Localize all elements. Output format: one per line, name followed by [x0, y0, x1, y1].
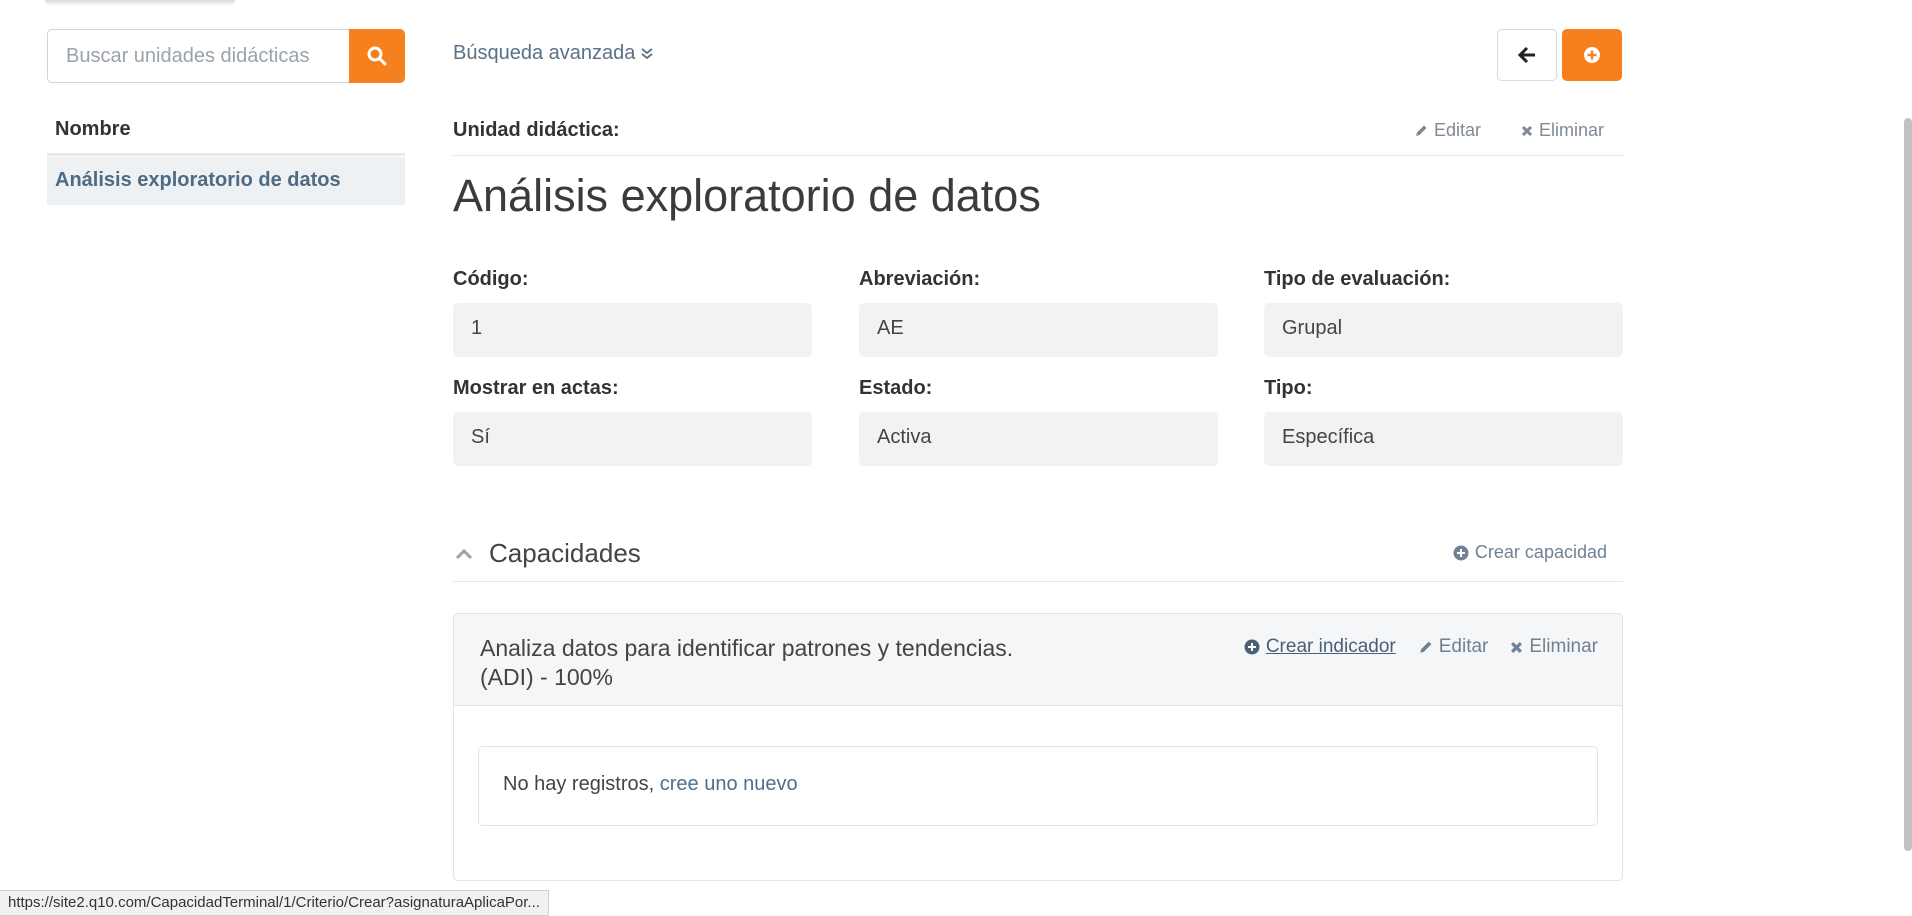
tipo-label: Tipo: — [1264, 377, 1313, 399]
capacity-title: Analiza datos para identificar patrones … — [480, 635, 1014, 690]
search-button[interactable] — [349, 29, 405, 83]
capacity-delete-label: Eliminar — [1529, 636, 1598, 657]
add-button[interactable] — [1562, 29, 1622, 81]
section-actions: Editar Eliminar — [1414, 120, 1604, 141]
page-title: Análisis exploratorio de datos — [453, 170, 1041, 221]
pencil-icon — [1419, 641, 1432, 653]
edit-button[interactable]: Editar — [1414, 120, 1481, 141]
capacidades-title: Capacidades — [489, 538, 641, 568]
capacity-delete-button[interactable]: Eliminar — [1510, 636, 1598, 658]
top-shadow — [45, 0, 235, 6]
divider — [453, 155, 1623, 156]
plus-circle-icon — [1453, 545, 1469, 560]
create-capacity-label: Crear capacidad — [1474, 542, 1607, 562]
mostrar-actas-value: Sí — [453, 412, 812, 466]
capacity-edit-button[interactable]: Editar — [1418, 636, 1489, 658]
advanced-search-toggle[interactable]: Búsqueda avanzada — [453, 42, 653, 65]
pencil-icon — [1415, 125, 1427, 136]
section-label: Unidad didáctica: — [453, 119, 620, 141]
delete-label: Eliminar — [1538, 120, 1604, 140]
advanced-search-label: Búsqueda avanzada — [453, 42, 636, 64]
search-input[interactable] — [47, 29, 349, 83]
codigo-label: Código: — [453, 268, 529, 290]
empty-state: No hay registros, cree uno nuevo — [478, 746, 1598, 826]
tipo-evaluacion-label: Tipo de evaluación: — [1264, 268, 1451, 290]
search-group — [47, 29, 405, 83]
plus-circle-icon — [1244, 639, 1260, 655]
create-indicator-button[interactable]: Crear indicador — [1244, 636, 1396, 658]
create-indicator-label: Crear indicador — [1265, 636, 1396, 657]
edit-label: Editar — [1433, 120, 1481, 140]
capacity-actions: Crear indicador Editar Eliminar — [1244, 636, 1598, 658]
arrow-left-icon — [1517, 46, 1535, 64]
abreviacion-label: Abreviación: — [859, 268, 981, 290]
close-icon — [1511, 641, 1523, 653]
close-icon — [1521, 125, 1533, 136]
back-button[interactable] — [1497, 29, 1557, 81]
list-header: Nombre — [47, 108, 405, 156]
codigo-value: 1 — [453, 303, 812, 357]
estado-value: Activa — [859, 412, 1218, 466]
tipo-value: Específica — [1264, 412, 1623, 466]
scrollbar[interactable] — [1904, 118, 1912, 851]
status-bar-url: https://site2.q10.com/CapacidadTerminal/… — [0, 890, 549, 916]
list-item[interactable]: Análisis exploratorio de datos — [47, 157, 405, 205]
capacity-edit-label: Editar — [1438, 636, 1489, 657]
plus-circle-icon — [1584, 47, 1600, 63]
capacity-card: Analiza datos para identificar patrones … — [453, 613, 1623, 881]
abreviacion-value: AE — [859, 303, 1218, 357]
search-icon — [367, 46, 387, 66]
capacity-card-header: Analiza datos para identificar patrones … — [454, 614, 1622, 706]
tipo-evaluacion-value: Grupal — [1264, 303, 1623, 357]
double-chevron-down-icon — [641, 47, 653, 59]
delete-button[interactable]: Eliminar — [1521, 120, 1604, 141]
mostrar-actas-label: Mostrar en actas: — [453, 377, 619, 399]
capacidades-header: Capacidades Crear capacidad — [453, 526, 1623, 582]
create-new-link[interactable]: cree uno nuevo — [660, 773, 798, 795]
create-capacity-button[interactable]: Crear capacidad — [1453, 542, 1607, 563]
empty-text: No hay registros, — [503, 773, 655, 795]
chevron-up-icon[interactable] — [455, 548, 473, 560]
estado-label: Estado: — [859, 377, 933, 399]
